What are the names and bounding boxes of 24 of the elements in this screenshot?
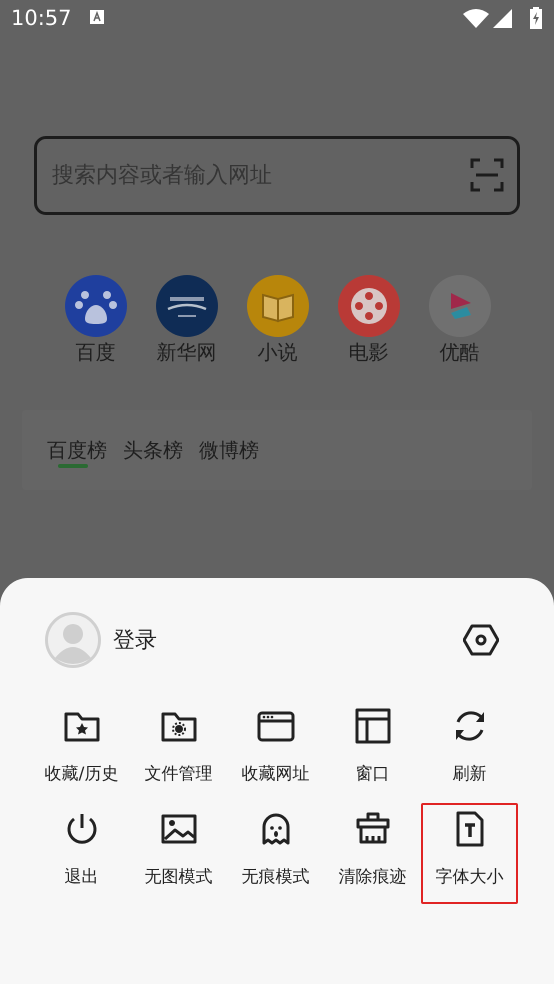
battery-charging-icon xyxy=(530,7,542,29)
menu-item[interactable]: 无图模式 xyxy=(130,803,227,904)
wifi-icon xyxy=(463,8,489,28)
keyboard-notification-icon xyxy=(90,10,104,26)
window-layout-icon xyxy=(352,706,392,746)
site-logo-icon xyxy=(246,275,308,337)
menu-item[interactable]: 收藏/历史 xyxy=(33,700,130,801)
status-time: 10:57 xyxy=(11,6,72,30)
menu-item[interactable]: 无痕模式 xyxy=(227,803,324,904)
menu-item[interactable]: 窗口 xyxy=(324,700,421,801)
menu-item[interactable]: 字体大小 xyxy=(421,803,518,904)
site-logo-icon xyxy=(338,275,400,337)
menu-item[interactable]: 文件管理 xyxy=(130,700,227,801)
menu-item[interactable]: 退出 xyxy=(33,803,130,904)
settings-icon[interactable] xyxy=(463,624,499,656)
menu-item[interactable]: 刷新 xyxy=(421,700,518,801)
signal-icon xyxy=(493,8,512,28)
site-logo-icon xyxy=(428,275,490,337)
site-logo-icon xyxy=(156,275,218,337)
menu-item[interactable]: 收藏网址 xyxy=(227,700,324,801)
menu-item[interactable]: 清除痕迹 xyxy=(324,803,421,904)
site-logo-icon xyxy=(64,275,126,337)
scan-icon[interactable] xyxy=(470,158,504,192)
login-link[interactable]: 登录 xyxy=(113,625,451,655)
